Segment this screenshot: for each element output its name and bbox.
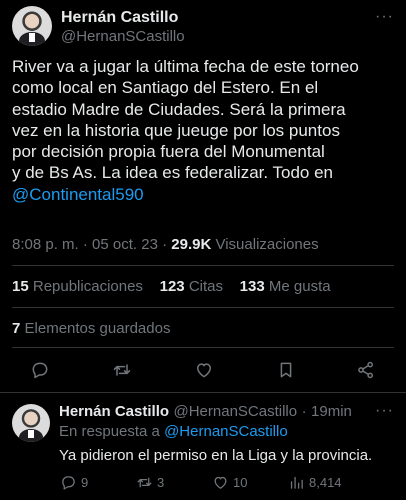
reply-retweet-count: 3: [157, 475, 165, 490]
reply-separator: ·: [301, 403, 307, 420]
reply-text: Ya pidieron el permiso en la Liga y la p…: [59, 447, 373, 464]
reply-tweet[interactable]: Hernán Castillo @HernanSCastillo · 19min…: [0, 398, 406, 500]
tweet-meta: 8:08 p. m. · 05 oct. 23 · 29.9K Visualiz…: [12, 236, 319, 253]
bookmarks-label: Elementos guardados: [24, 320, 171, 337]
reply-views-button[interactable]: 8,414: [288, 474, 342, 491]
mention-link[interactable]: @Continental590: [12, 184, 402, 205]
bookmarks-count: 7: [12, 320, 21, 337]
views-label: Visualizaciones: [215, 236, 319, 253]
replying-to: En respuesta a @HernanSCastillo: [59, 423, 288, 440]
reply-header: Hernán Castillo @HernanSCastillo · 19min: [59, 403, 352, 421]
retweet-icon: [137, 477, 152, 488]
reply-like-count: 10: [233, 475, 248, 490]
like-icon: [214, 476, 227, 489]
divider: [12, 347, 394, 348]
tweet-text-line: y de Bs As. La idea es federalizar. Todo…: [12, 163, 334, 183]
divider: [12, 265, 394, 266]
views-count: 29.9K: [171, 236, 212, 253]
views-icon: [290, 476, 303, 489]
author-name[interactable]: Hernán Castillo: [61, 9, 178, 27]
share-icon[interactable]: [354, 358, 378, 382]
reply-time[interactable]: 19min: [311, 403, 352, 420]
more-options-icon[interactable]: ···: [375, 8, 394, 26]
tweet-text-line: estadio Madre de Ciudades. Será la prime…: [12, 99, 346, 119]
likes-label: Me gusta: [268, 278, 331, 295]
likes-stat[interactable]: 133 Me gusta: [240, 278, 331, 295]
tweet-text-line: como local en Santiago del Estero. En el: [12, 78, 319, 98]
like-icon[interactable]: [192, 358, 216, 382]
divider: [12, 307, 394, 308]
reply-action-bar: 9 3 10 8,414: [0, 474, 406, 494]
replying-to-prefix: En respuesta a: [59, 423, 160, 440]
tweet-text-line: vez en la historia que jueuge por los pu…: [12, 120, 340, 140]
tweet-time[interactable]: 8:08 p. m.: [12, 236, 79, 253]
reply-reply-count: 9: [81, 475, 89, 490]
retweets-count: 15: [12, 278, 29, 295]
quotes-count: 123: [159, 278, 185, 295]
bookmarks-stat[interactable]: 7 Elementos guardados: [12, 320, 170, 337]
reply-like-button[interactable]: 10: [212, 474, 247, 491]
author-handle[interactable]: @HernanSCastillo: [61, 28, 185, 45]
reply-icon: [62, 476, 75, 490]
reply-author-name[interactable]: Hernán Castillo: [59, 403, 169, 420]
tweet-text-line: River va a jugar la última fecha de este…: [12, 57, 359, 76]
retweets-stat[interactable]: 15 Republicaciones: [12, 278, 143, 295]
action-bar: [0, 358, 406, 382]
meta-separator: ·: [82, 236, 88, 253]
tweet-stats: 15 Republicaciones 123 Citas 133 Me gust…: [12, 278, 331, 295]
meta-separator: ·: [162, 236, 168, 253]
tweet-text-line: por decisión propia fuera del Monumental: [12, 142, 325, 162]
bookmark-icon[interactable]: [274, 358, 298, 382]
reply-author-handle[interactable]: @HernanSCastillo: [173, 403, 297, 420]
quotes-stat[interactable]: 123 Citas: [160, 278, 223, 295]
tweet-date[interactable]: 05 oct. 23: [92, 236, 158, 253]
reply-retweet-button[interactable]: 3: [136, 474, 164, 491]
reply-views-count: 8,414: [309, 475, 342, 490]
reply-author-avatar[interactable]: [12, 404, 50, 442]
divider: [0, 392, 406, 393]
author-avatar[interactable]: [12, 6, 52, 46]
tweet-text: River va a jugar la última fecha de este…: [12, 56, 402, 205]
retweet-icon[interactable]: [110, 358, 134, 382]
retweets-label: Republicaciones: [32, 278, 143, 295]
reply-more-options-icon[interactable]: ···: [375, 402, 394, 420]
reply-icon[interactable]: [28, 358, 52, 382]
replying-to-handle[interactable]: @HernanSCastillo: [164, 423, 288, 440]
likes-count: 133: [239, 278, 265, 295]
reply-reply-button[interactable]: 9: [60, 474, 88, 491]
quotes-label: Citas: [188, 278, 223, 295]
